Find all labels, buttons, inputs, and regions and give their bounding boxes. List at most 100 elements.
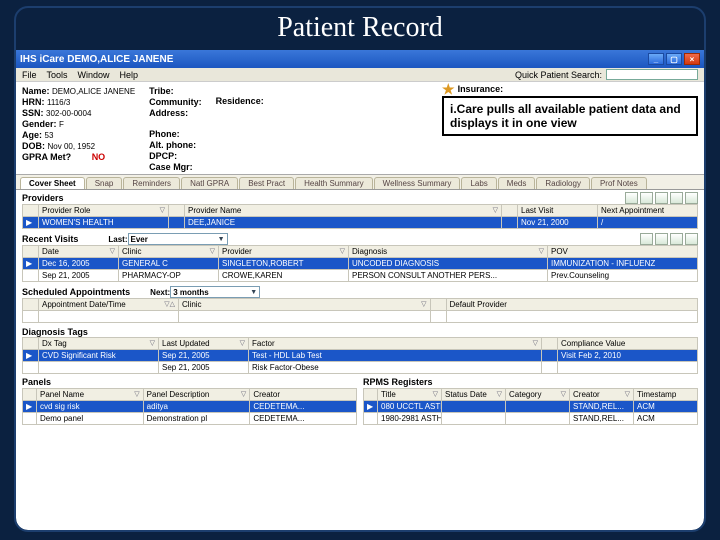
insurance-label: Insurance:	[458, 84, 504, 94]
scheduled-title: Scheduled Appointments	[22, 287, 130, 297]
tab-labs[interactable]: Labs	[461, 177, 496, 189]
maximize-button[interactable]: ▢	[666, 53, 682, 65]
table-row[interactable]: Sep 21, 2005 Risk Factor-Obese	[23, 362, 698, 374]
col-reg-creator[interactable]: Creator▽	[570, 389, 634, 401]
menu-tools[interactable]: Tools	[47, 70, 68, 80]
name-value: DEMO,ALICE JANENE	[52, 87, 135, 96]
table-row[interactable]: Sep 21, 2005PHARMACY-OP CROWE,KARENPERSO…	[23, 270, 698, 282]
tab-reminders[interactable]: Reminders	[123, 177, 180, 189]
window-title: IHS iCare DEMO,ALICE JANENE	[20, 54, 173, 65]
menu-window[interactable]: Window	[78, 70, 110, 80]
col-date[interactable]: Date▽	[39, 246, 119, 258]
col-factor[interactable]: Factor▽	[249, 338, 542, 350]
altphone-label: Alt. phone:	[149, 140, 202, 150]
col-appt-clinic[interactable]: Clinic▽	[179, 299, 431, 311]
hrn-label: HRN:	[22, 97, 45, 107]
callout-box: i.Care pulls all available patient data …	[442, 96, 698, 136]
tab-gpra[interactable]: Natl GPRA	[181, 177, 238, 189]
close-button[interactable]: ×	[684, 53, 700, 65]
col-next-appt[interactable]: Next Appointment	[598, 205, 698, 217]
col-diagnosis[interactable]: Diagnosis▽	[349, 246, 548, 258]
col-provider[interactable]: Provider▽	[219, 246, 349, 258]
table-row[interactable]: ▶ CVD Significant RiskSep 21, 2005 Test …	[23, 350, 698, 362]
col-reg-category[interactable]: Category▽	[506, 389, 570, 401]
col-panel-desc[interactable]: Panel Description▽	[143, 389, 250, 401]
dob-value: Nov 00, 1952	[48, 142, 96, 151]
provider-action-icon[interactable]	[670, 192, 683, 204]
provider-action-icon[interactable]	[640, 192, 653, 204]
community-label: Community:	[149, 97, 202, 107]
window-titlebar: IHS iCare DEMO,ALICE JANENE _ ▢ ×	[16, 50, 704, 68]
col-dx-tag[interactable]: Dx Tag▽	[39, 338, 159, 350]
tab-best-pract[interactable]: Best Pract	[239, 177, 294, 189]
menu-file[interactable]: File	[22, 70, 37, 80]
table-row[interactable]: ▶ Dec 16, 2005GENERAL C SINGLETON,ROBERT…	[23, 258, 698, 270]
minimize-button[interactable]: _	[648, 53, 664, 65]
next-combo[interactable]: 3 months▼	[170, 286, 260, 298]
tab-snap[interactable]: Snap	[86, 177, 123, 189]
col-appt-datetime[interactable]: Appointment Date/Time▽△	[39, 299, 179, 311]
col-compliance[interactable]: Compliance Value	[558, 338, 698, 350]
tab-wellness-summary[interactable]: Wellness Summary	[374, 177, 461, 189]
recent-action-icon[interactable]	[655, 233, 668, 245]
dxtags-header: Diagnosis Tags	[16, 325, 704, 337]
panels-table: Panel Name▽ Panel Description▽ Creator ▶…	[22, 388, 357, 425]
app-window: IHS iCare DEMO,ALICE JANENE _ ▢ × File T…	[16, 50, 704, 530]
ssn-label: SSN:	[22, 108, 44, 118]
recent-action-icon[interactable]	[640, 233, 653, 245]
tab-health-summary[interactable]: Health Summary	[295, 177, 373, 189]
table-row[interactable]	[23, 311, 698, 323]
recent-action-icon[interactable]	[670, 233, 683, 245]
recent-visits-header: Recent Visits Last: Ever▼	[16, 231, 704, 245]
hrn-value: 1116/3	[47, 98, 70, 107]
col-reg-title[interactable]: Title▽	[378, 389, 442, 401]
col-last-updated[interactable]: Last Updated▽	[159, 338, 249, 350]
gpra-value: NO	[92, 152, 106, 162]
col-reg-status[interactable]: Status Date▽	[442, 389, 506, 401]
casemgr-label: Case Mgr:	[149, 162, 202, 172]
gender-label: Gender:	[22, 119, 57, 129]
star-icon: ★	[442, 84, 455, 94]
providers-title: Providers	[22, 193, 64, 203]
dxtags-table: Dx Tag▽ Last Updated▽ Factor▽ Compliance…	[22, 337, 698, 374]
table-row[interactable]: ▶cvd sig risk adityaCEDETEMA...	[23, 401, 357, 413]
last-combo[interactable]: Ever▼	[128, 233, 228, 245]
dxtags-title: Diagnosis Tags	[22, 327, 88, 337]
tribe-label: Tribe:	[149, 86, 202, 96]
col-reg-ts[interactable]: Timestamp	[634, 389, 698, 401]
table-row[interactable]: ▶080 UCCTL ASTHM STAND,REL...ACM	[364, 401, 698, 413]
phone-label: Phone:	[149, 129, 202, 139]
scheduled-header: Scheduled Appointments Next: 3 months▼	[16, 284, 704, 298]
name-label: Name:	[22, 86, 50, 96]
menu-bar: File Tools Window Help Quick Patient Sea…	[16, 68, 704, 82]
table-row[interactable]: Demo panel Demonstration plCEDETEMA...	[23, 413, 357, 425]
col-provider-role[interactable]: Provider Role▽	[39, 205, 169, 217]
col-provider-name[interactable]: Provider Name▽	[185, 205, 502, 217]
age-label: Age:	[22, 130, 42, 140]
table-row[interactable]: 1980-2981 ASTHM STAND,REL...ACM	[364, 413, 698, 425]
menu-help[interactable]: Help	[120, 70, 139, 80]
provider-action-icon[interactable]	[685, 192, 698, 204]
quick-search-input[interactable]	[606, 69, 698, 80]
tab-cover-sheet[interactable]: Cover Sheet	[20, 177, 85, 189]
registers-table: Title▽ Status Date▽ Category▽ Creator▽ T…	[363, 388, 698, 425]
recent-action-icon[interactable]	[685, 233, 698, 245]
registers-title: RPMS Registers	[363, 376, 698, 388]
provider-action-icon[interactable]	[625, 192, 638, 204]
col-last-visit[interactable]: Last Visit	[518, 205, 598, 217]
col-panel-name[interactable]: Panel Name▽	[37, 389, 144, 401]
gpra-label: GPRA Met?	[22, 152, 71, 162]
col-pov[interactable]: POV	[548, 246, 698, 258]
tab-meds[interactable]: Meds	[498, 177, 536, 189]
table-row[interactable]: ▶ WOMEN'S HEALTH DEE,JANICE Nov 21, 2000…	[23, 217, 698, 229]
tab-radiology[interactable]: Radiology	[536, 177, 590, 189]
col-panel-creator[interactable]: Creator	[250, 389, 357, 401]
col-clinic[interactable]: Clinic▽	[119, 246, 219, 258]
last-label: Last:	[108, 235, 127, 244]
tab-prof-notes[interactable]: Prof Notes	[591, 177, 647, 189]
ssn-value: 302-00-0004	[46, 109, 91, 118]
provider-action-icon[interactable]	[655, 192, 668, 204]
slide-title: Patient Record	[16, 8, 704, 50]
tab-strip: Cover Sheet Snap Reminders Natl GPRA Bes…	[16, 175, 704, 190]
col-default-provider[interactable]: Default Provider	[446, 299, 698, 311]
